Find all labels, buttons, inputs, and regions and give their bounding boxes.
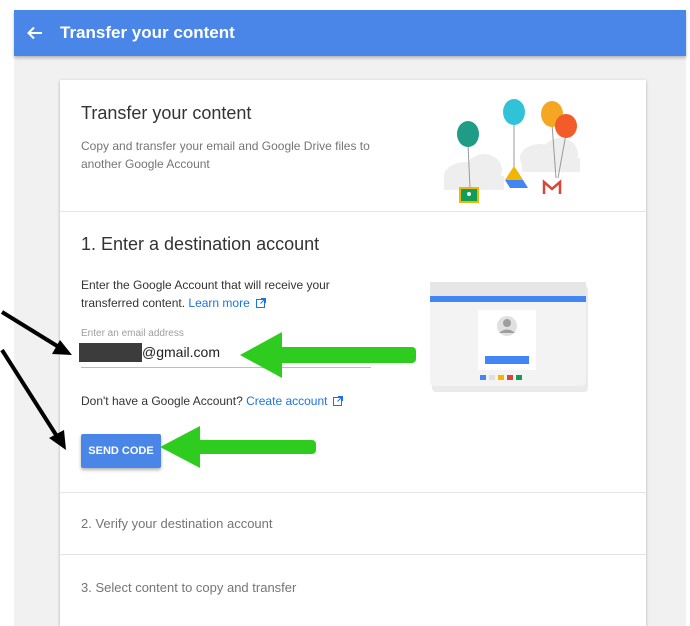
send-code-button[interactable]: SEND CODE — [81, 434, 161, 468]
app-title: Transfer your content — [60, 23, 235, 42]
step3-section[interactable]: 3. Select content to copy and transfer — [60, 555, 646, 626]
no-account-text: Don't have a Google Account? — [81, 394, 243, 408]
transfer-card: Transfer your content Copy and transfer … — [60, 80, 646, 626]
email-field-value[interactable]: @gmail.com — [142, 344, 220, 360]
email-field-label: Enter an email address — [81, 328, 184, 339]
step1-description: Enter the Google Account that will recei… — [81, 276, 371, 312]
account-window-illustration — [430, 282, 588, 392]
intro-title: Transfer your content — [81, 103, 252, 123]
app-bar: Transfer your content — [14, 10, 686, 56]
back-button[interactable] — [22, 20, 48, 46]
step2-section[interactable]: 2. Verify your destination account — [60, 493, 646, 555]
arrow-back-icon — [27, 26, 42, 40]
intro-description: Copy and transfer your email and Google … — [81, 139, 370, 171]
learn-more-link[interactable]: Learn more — [188, 296, 249, 310]
email-field-underline — [81, 367, 371, 368]
email-field[interactable]: Enter an email address @gmail.com — [79, 328, 371, 370]
step2-title: 2. Verify your destination account — [81, 516, 273, 531]
external-link-icon — [333, 396, 344, 406]
balloons-cloud-illustration — [444, 99, 580, 203]
intro-section: Transfer your content Copy and transfer … — [60, 80, 646, 212]
app-frame: Transfer your content Transfer your cont… — [14, 10, 686, 626]
no-account-row: Don't have a Google Account? Create acco… — [81, 394, 344, 408]
external-link-icon — [255, 298, 266, 308]
step3-title: 3. Select content to copy and transfer — [81, 580, 297, 595]
step1-section: 1. Enter a destination account Enter the… — [60, 212, 646, 493]
redacted-email-mask — [79, 343, 142, 362]
create-account-link[interactable]: Create account — [246, 394, 327, 408]
step1-title: 1. Enter a destination account — [81, 234, 320, 254]
